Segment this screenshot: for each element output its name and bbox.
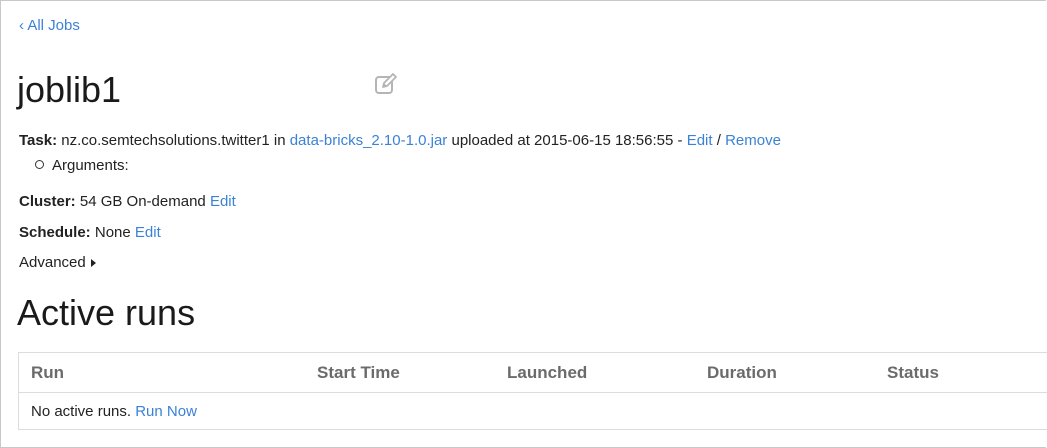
cluster-label: Cluster: bbox=[19, 193, 76, 210]
column-header-launched[interactable]: Launched bbox=[507, 352, 707, 393]
arguments-label: Arguments: bbox=[52, 157, 129, 174]
all-jobs-link[interactable]: ‹ All Jobs bbox=[19, 17, 80, 34]
column-header-duration[interactable]: Duration bbox=[707, 352, 887, 393]
cluster-edit-link[interactable]: Edit bbox=[210, 193, 236, 210]
arguments-item: Arguments: bbox=[35, 156, 129, 176]
task-separator: / bbox=[716, 132, 721, 149]
empty-runs-text: No active runs. bbox=[31, 402, 132, 420]
run-now-link[interactable]: Run Now bbox=[135, 403, 197, 420]
task-in-word: in bbox=[273, 132, 286, 149]
cluster-value: 54 GB On-demand bbox=[79, 193, 206, 210]
schedule-label: Schedule: bbox=[19, 224, 91, 241]
column-header-status[interactable]: Status bbox=[887, 352, 1047, 393]
jar-link[interactable]: data-bricks_2.10-1.0.jar bbox=[290, 132, 448, 149]
active-runs-table: Run Start Time Launched Duration Status … bbox=[18, 352, 1047, 430]
task-class-name: nz.co.semtechsolutions.twitter1 bbox=[61, 132, 270, 149]
advanced-label: Advanced bbox=[19, 254, 86, 271]
schedule-row: Schedule: None Edit bbox=[19, 223, 161, 243]
table-header-row: Run Start Time Launched Duration Status bbox=[18, 352, 1047, 393]
uploaded-text: uploaded at 2015-06-15 18:56:55 - bbox=[451, 132, 683, 149]
schedule-value: None bbox=[94, 224, 131, 241]
task-row: Task: nz.co.semtechsolutions.twitter1 in… bbox=[19, 131, 781, 151]
table-row: No active runs. Run Now bbox=[19, 393, 1047, 430]
schedule-edit-link[interactable]: Edit bbox=[135, 224, 161, 241]
column-header-run[interactable]: Run bbox=[18, 352, 317, 393]
cluster-row: Cluster: 54 GB On-demand Edit bbox=[19, 192, 236, 212]
task-remove-link[interactable]: Remove bbox=[725, 132, 781, 149]
task-label: Task: bbox=[19, 132, 58, 149]
empty-runs-cell: No active runs. Run Now bbox=[19, 393, 1047, 430]
circle-bullet-icon bbox=[35, 160, 44, 169]
job-title: joblib1 bbox=[17, 69, 122, 110]
advanced-toggle[interactable]: Advanced bbox=[19, 253, 96, 273]
task-edit-link[interactable]: Edit bbox=[687, 132, 713, 149]
pencil-square-icon[interactable] bbox=[374, 72, 398, 96]
active-runs-heading: Active runs bbox=[17, 292, 196, 333]
column-header-start-time[interactable]: Start Time bbox=[317, 352, 507, 393]
triangle-right-icon bbox=[90, 259, 96, 267]
